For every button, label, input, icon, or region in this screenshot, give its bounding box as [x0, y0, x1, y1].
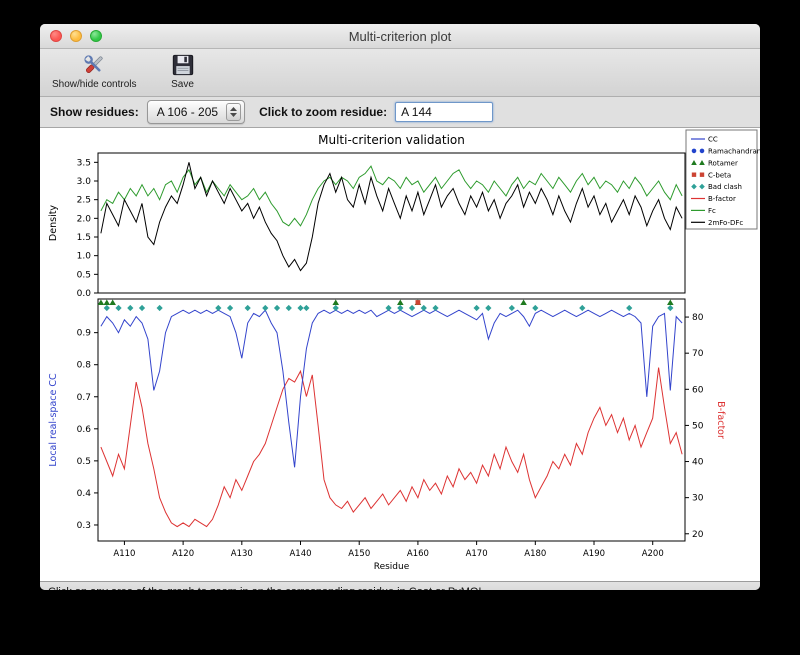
svg-text:A160: A160: [407, 549, 429, 559]
window-title: Multi-criterion plot: [348, 28, 452, 44]
svg-text:Density: Density: [48, 205, 59, 241]
svg-text:60: 60: [692, 385, 704, 395]
save-label: Save: [171, 79, 194, 90]
svg-text:0.9: 0.9: [77, 329, 92, 339]
toolbar: Show/hide controls Save: [40, 49, 760, 97]
status-text: Click on any area of the graph to zoom i…: [48, 586, 488, 590]
svg-text:C-beta: C-beta: [708, 171, 731, 179]
close-button[interactable]: [50, 30, 62, 42]
figure-svg[interactable]: Multi-criterion validation 0.0 0.5 1.0 1.5 2.…: [40, 128, 760, 576]
svg-text:B-factor: B-factor: [708, 195, 736, 203]
svg-text:2.0: 2.0: [77, 214, 92, 224]
svg-text:A110: A110: [113, 549, 135, 559]
svg-text:2.5: 2.5: [77, 196, 91, 206]
svg-text:Local real-space CC: Local real-space CC: [48, 373, 59, 467]
svg-text:1.0: 1.0: [77, 252, 92, 262]
residue-range-value: A 106 - 205: [156, 105, 219, 119]
svg-text:0.6: 0.6: [77, 425, 92, 435]
svg-text:Rotamer: Rotamer: [708, 159, 738, 167]
show-hide-controls-button[interactable]: Show/hide controls: [52, 52, 137, 90]
svg-text:Fc: Fc: [708, 207, 716, 215]
minimize-button[interactable]: [70, 30, 82, 42]
titlebar[interactable]: Multi-criterion plot: [40, 24, 760, 49]
svg-text:3.5: 3.5: [77, 158, 91, 168]
residue-range-select[interactable]: A 106 - 205: [146, 100, 246, 124]
svg-text:1.5: 1.5: [77, 233, 91, 243]
app-window: Multi-criterion plot Show/hide controls: [40, 24, 760, 590]
svg-text:50: 50: [692, 421, 704, 431]
svg-text:70: 70: [692, 349, 704, 359]
svg-text:3.0: 3.0: [77, 177, 92, 187]
svg-text:A170: A170: [466, 549, 488, 559]
zoom-residue-label: Click to zoom residue:: [259, 105, 388, 119]
svg-text:20: 20: [692, 530, 704, 540]
svg-text:A150: A150: [348, 549, 370, 559]
plot-panel: Multi-criterion validation 0.0 0.5 1.0 1.5 2.…: [40, 128, 760, 581]
svg-text:0.7: 0.7: [77, 393, 91, 403]
svg-text:40: 40: [692, 458, 704, 468]
traffic-lights: [50, 30, 102, 42]
svg-text:0.5: 0.5: [77, 457, 91, 467]
svg-text:A130: A130: [231, 549, 253, 559]
svg-text:A140: A140: [289, 549, 311, 559]
svg-text:A120: A120: [172, 549, 194, 559]
controls-bar: Show residues: A 106 - 205 Click to zoom…: [40, 97, 760, 128]
svg-text:0.4: 0.4: [77, 489, 92, 499]
zoom-window-button[interactable]: [90, 30, 102, 42]
save-button[interactable]: Save: [163, 52, 203, 90]
svg-text:0.5: 0.5: [77, 270, 91, 280]
status-bar: Click on any area of the graph to zoom i…: [40, 581, 760, 590]
svg-text:A180: A180: [524, 549, 546, 559]
svg-text:Bad clash: Bad clash: [708, 183, 742, 191]
show-hide-controls-label: Show/hide controls: [52, 79, 137, 90]
svg-text:Ramachandran: Ramachandran: [708, 148, 760, 156]
svg-text:80: 80: [692, 313, 704, 323]
svg-text:2mFo-DFc: 2mFo-DFc: [708, 219, 743, 227]
svg-text:Residue: Residue: [374, 562, 410, 572]
save-floppy-icon: [172, 54, 193, 76]
svg-text:Multi-criterion validation: Multi-criterion validation: [318, 133, 465, 147]
zoom-residue-input[interactable]: [395, 102, 494, 122]
stepper-arrows-icon: [226, 103, 242, 121]
tools-icon: [84, 55, 103, 74]
svg-text:30: 30: [692, 494, 704, 504]
show-residues-label: Show residues:: [50, 105, 139, 119]
svg-text:A190: A190: [583, 549, 605, 559]
svg-text:0.8: 0.8: [77, 361, 92, 371]
svg-text:0.3: 0.3: [77, 521, 91, 531]
svg-text:A200: A200: [642, 549, 664, 559]
svg-text:CC: CC: [708, 136, 718, 144]
svg-text:0.0: 0.0: [77, 289, 92, 299]
svg-text:B-factor: B-factor: [715, 401, 726, 439]
